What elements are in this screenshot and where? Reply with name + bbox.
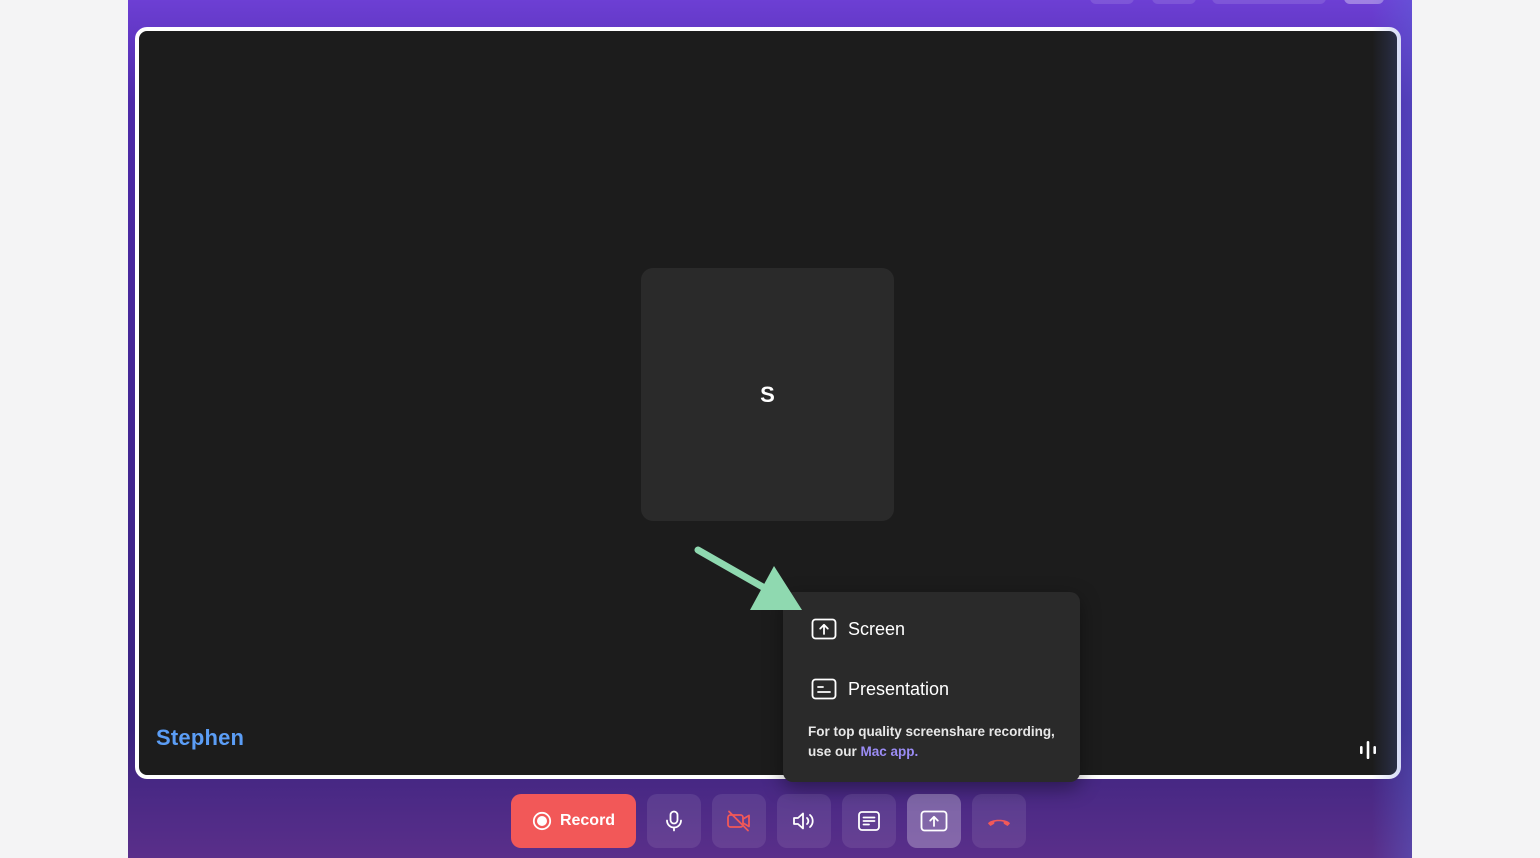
app-window: S Stephen Screen Presentation For top qu… — [128, 0, 1412, 858]
screen-share-icon — [811, 618, 837, 640]
speaker-icon — [793, 812, 814, 830]
presentation-icon — [811, 678, 837, 700]
hang-up-icon — [988, 819, 1010, 826]
record-button[interactable]: Record — [511, 794, 636, 848]
participant-avatar-tile: S — [641, 268, 894, 521]
share-menu: Screen Presentation For top quality scre… — [783, 592, 1080, 782]
note-suffix: . — [914, 744, 919, 759]
captions-button[interactable] — [842, 794, 896, 848]
video-stage: S Stephen — [135, 27, 1401, 779]
mac-app-link[interactable]: Mac app — [861, 744, 915, 759]
share-presentation-option[interactable]: Presentation — [811, 674, 949, 704]
share-screen-button[interactable] — [907, 794, 961, 848]
hang-up-button[interactable] — [972, 794, 1026, 848]
share-presentation-label: Presentation — [848, 678, 950, 699]
call-controls-toolbar: Record — [511, 794, 1026, 848]
captions-icon — [858, 811, 880, 831]
topbar-button[interactable] — [1344, 0, 1384, 4]
topbar-button[interactable] — [1212, 0, 1326, 4]
camera-toggle-button[interactable] — [712, 794, 766, 848]
topbar-button[interactable] — [1090, 0, 1134, 4]
microphone-button[interactable] — [647, 794, 701, 848]
avatar-initial: S — [760, 381, 775, 407]
record-icon — [532, 811, 552, 831]
audio-level-icon — [1360, 741, 1376, 759]
camera-off-icon — [727, 810, 750, 832]
participant-name: Stephen — [156, 725, 245, 750]
note-text: For top quality screenshare recording, u… — [808, 724, 1055, 759]
share-screen-icon — [920, 810, 948, 832]
share-screen-label: Screen — [848, 618, 906, 639]
record-label: Record — [559, 812, 616, 829]
share-screen-option[interactable]: Screen — [811, 614, 905, 644]
mac-app-note: For top quality screenshare recording, u… — [808, 722, 1058, 762]
microphone-icon — [666, 810, 682, 832]
speaker-button[interactable] — [777, 794, 831, 848]
topbar-button[interactable] — [1152, 0, 1196, 4]
